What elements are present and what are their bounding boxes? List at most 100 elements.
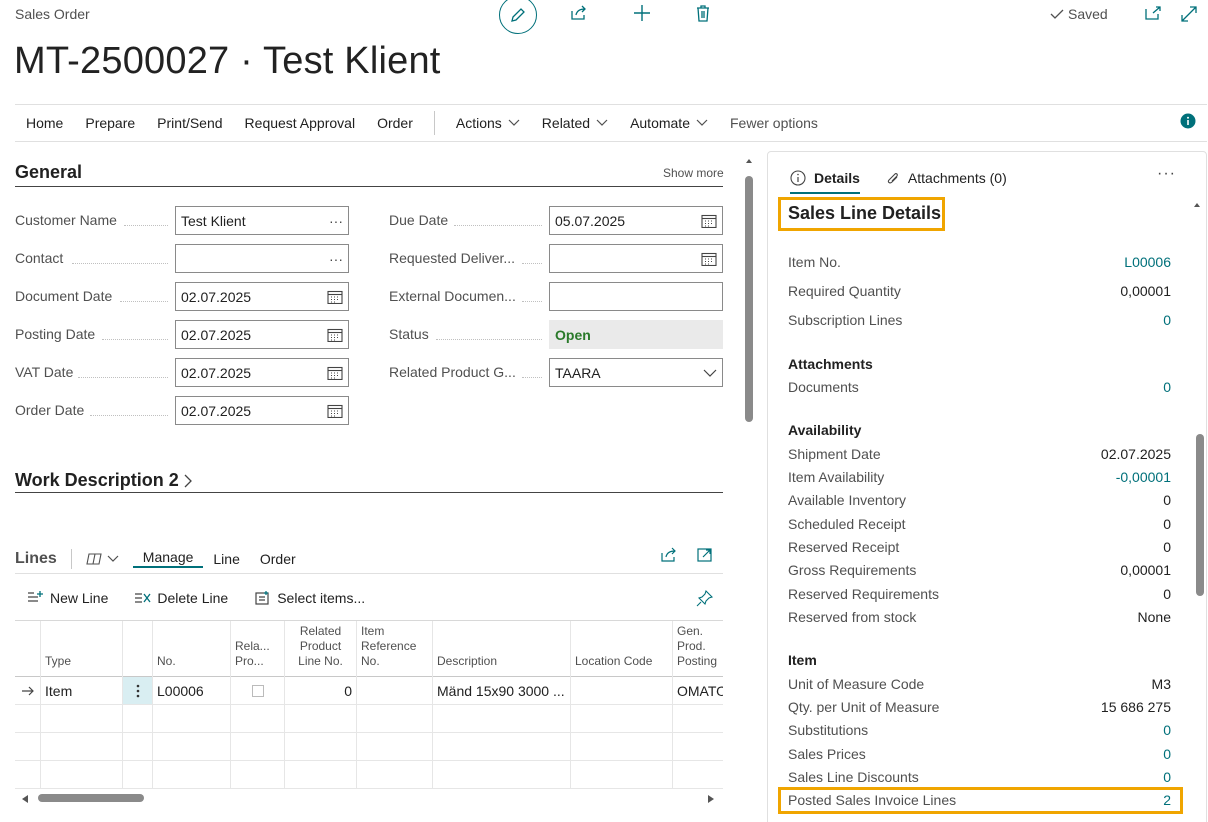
calendar-icon[interactable] xyxy=(701,214,717,228)
cell-location-code[interactable] xyxy=(571,677,673,705)
calendar-icon[interactable] xyxy=(701,252,717,266)
calendar-icon[interactable] xyxy=(327,404,343,418)
chevron-down-icon[interactable] xyxy=(703,369,717,377)
delete-button[interactable] xyxy=(694,3,712,23)
cell-gen-prod-posting[interactable]: OMATOO xyxy=(673,677,723,705)
field-leader xyxy=(72,263,168,264)
cell-no[interactable]: L00006 xyxy=(153,677,231,705)
column-header-item-reference-no[interactable]: Item Reference No. xyxy=(357,621,433,677)
column-header-description[interactable]: Description xyxy=(433,621,571,677)
factbox-scroll-up-arrow[interactable] xyxy=(1193,202,1201,208)
calendar-icon[interactable] xyxy=(327,290,343,304)
ellipsis-icon[interactable]: ··· xyxy=(329,251,343,267)
more-options-icon[interactable]: ··· xyxy=(1157,165,1176,183)
edit-button[interactable] xyxy=(499,0,537,34)
document-date-field[interactable]: 02.07.2025 xyxy=(175,282,349,311)
field-leader xyxy=(90,415,168,416)
tab-attachments[interactable]: Attachments (0) xyxy=(886,170,1007,186)
menu-related[interactable]: Related xyxy=(531,115,619,131)
delete-line-button[interactable]: Delete Line xyxy=(134,590,228,606)
posted-sales-invoice-lines-link[interactable]: 2 xyxy=(1163,792,1171,808)
row-menu-button[interactable] xyxy=(123,677,153,705)
posting-date-label: Posting Date xyxy=(15,326,96,342)
tab-details[interactable]: Details xyxy=(790,170,860,194)
cell-related-product-checkbox[interactable] xyxy=(231,677,285,705)
document-date-value: 02.07.2025 xyxy=(181,288,252,305)
fact-item-no: Item No. L00006 xyxy=(788,254,1171,270)
menu-actions[interactable]: Actions xyxy=(445,115,531,131)
action-request-approval[interactable]: Request Approval xyxy=(234,115,367,131)
info-button[interactable] xyxy=(1180,113,1196,129)
column-header-gen-prod-posting[interactable]: Gen. Prod. Posting xyxy=(673,621,723,677)
chevron-down-icon xyxy=(508,119,520,126)
table-row[interactable] xyxy=(15,733,723,761)
new-button[interactable] xyxy=(632,3,652,23)
checkbox[interactable] xyxy=(251,684,264,697)
cell-description[interactable]: Mänd 15x90 3000 ... xyxy=(433,677,571,705)
select-items-button[interactable]: Select items... xyxy=(254,590,365,606)
share-button[interactable] xyxy=(569,4,589,22)
subscription-lines-link[interactable]: 0 xyxy=(1163,312,1171,328)
horizontal-scrollbar-thumb[interactable] xyxy=(38,794,144,802)
work-description-header[interactable]: Work Description 2 xyxy=(15,470,193,491)
lines-tab-order[interactable]: Order xyxy=(250,551,306,567)
action-order[interactable]: Order xyxy=(366,115,424,131)
order-date-field[interactable]: 02.07.2025 xyxy=(175,396,349,425)
pin-button[interactable] xyxy=(696,589,714,607)
posting-date-field[interactable]: 02.07.2025 xyxy=(175,320,349,349)
scroll-up-arrow[interactable] xyxy=(745,158,753,164)
table-row[interactable]: Item L00006 0 Mänd 15x90 3000 ... OMATOO xyxy=(15,677,723,705)
open-new-window-button[interactable] xyxy=(1144,5,1162,21)
factbox-scrollbar-thumb[interactable] xyxy=(1196,434,1204,596)
field-leader xyxy=(522,263,542,264)
saved-status: Saved xyxy=(1050,6,1108,22)
expand-button[interactable] xyxy=(1180,5,1198,23)
column-header-related-product-line-no[interactable]: Related Product Line No. xyxy=(285,621,357,677)
pencil-icon xyxy=(511,8,525,22)
item-no-link[interactable]: L00006 xyxy=(1124,254,1171,270)
scroll-right-arrow[interactable] xyxy=(707,794,715,804)
sales-prices-link[interactable]: 0 xyxy=(1163,746,1171,762)
column-header-type[interactable]: Type xyxy=(41,621,123,677)
action-print-send[interactable]: Print/Send xyxy=(146,115,233,131)
due-date-field[interactable]: 05.07.2025 xyxy=(549,206,723,235)
menu-automate[interactable]: Automate xyxy=(619,115,719,131)
new-line-button[interactable]: New Line xyxy=(27,590,108,606)
sales-line-discounts-link[interactable]: 0 xyxy=(1163,769,1171,785)
lines-tab-line[interactable]: Line xyxy=(203,551,249,567)
views-menu-button[interactable] xyxy=(86,551,119,567)
requested-delivery-date-field[interactable] xyxy=(549,244,723,273)
lines-expand-button[interactable] xyxy=(697,547,713,563)
column-header-location-code[interactable]: Location Code xyxy=(571,621,673,677)
customer-name-field[interactable]: Test Klient ··· xyxy=(175,206,349,235)
cell-related-line-no[interactable]: 0 xyxy=(285,677,357,705)
ellipsis-icon[interactable]: ··· xyxy=(329,213,343,229)
cell-type[interactable]: Item xyxy=(41,677,123,705)
related-product-group-select[interactable]: TAARA xyxy=(549,358,723,387)
row-selector-arrow-icon[interactable] xyxy=(15,677,41,705)
contact-field[interactable]: ··· xyxy=(175,244,349,273)
substitutions-link[interactable]: 0 xyxy=(1163,722,1171,738)
column-header-no[interactable]: No. xyxy=(153,621,231,677)
documents-link[interactable]: 0 xyxy=(1163,379,1171,395)
document-date-label: Document Date xyxy=(15,288,113,304)
action-prepare[interactable]: Prepare xyxy=(74,115,146,131)
calendar-icon[interactable] xyxy=(327,328,343,342)
cell-item-reference[interactable] xyxy=(357,677,433,705)
show-more-link[interactable]: Show more xyxy=(663,166,724,180)
action-home[interactable]: Home xyxy=(15,115,74,131)
column-header-related-product[interactable]: Rela... Pro... xyxy=(231,621,285,677)
lines-share-button[interactable] xyxy=(660,547,678,563)
fact-qty-per-uom: Qty. per Unit of Measure 15 686 275 xyxy=(788,699,1171,715)
table-row[interactable] xyxy=(15,705,723,733)
scroll-left-arrow[interactable] xyxy=(21,794,29,804)
calendar-icon[interactable] xyxy=(327,366,343,380)
item-availability-link[interactable]: -0,00001 xyxy=(1116,469,1171,485)
fact-value: 0,00001 xyxy=(1120,283,1171,299)
table-row[interactable] xyxy=(15,761,723,789)
external-document-field[interactable] xyxy=(549,282,723,311)
vat-date-field[interactable]: 02.07.2025 xyxy=(175,358,349,387)
vertical-scrollbar-thumb[interactable] xyxy=(745,176,753,422)
lines-tab-manage[interactable]: Manage xyxy=(132,549,204,568)
fewer-options-button[interactable]: Fewer options xyxy=(719,115,829,131)
